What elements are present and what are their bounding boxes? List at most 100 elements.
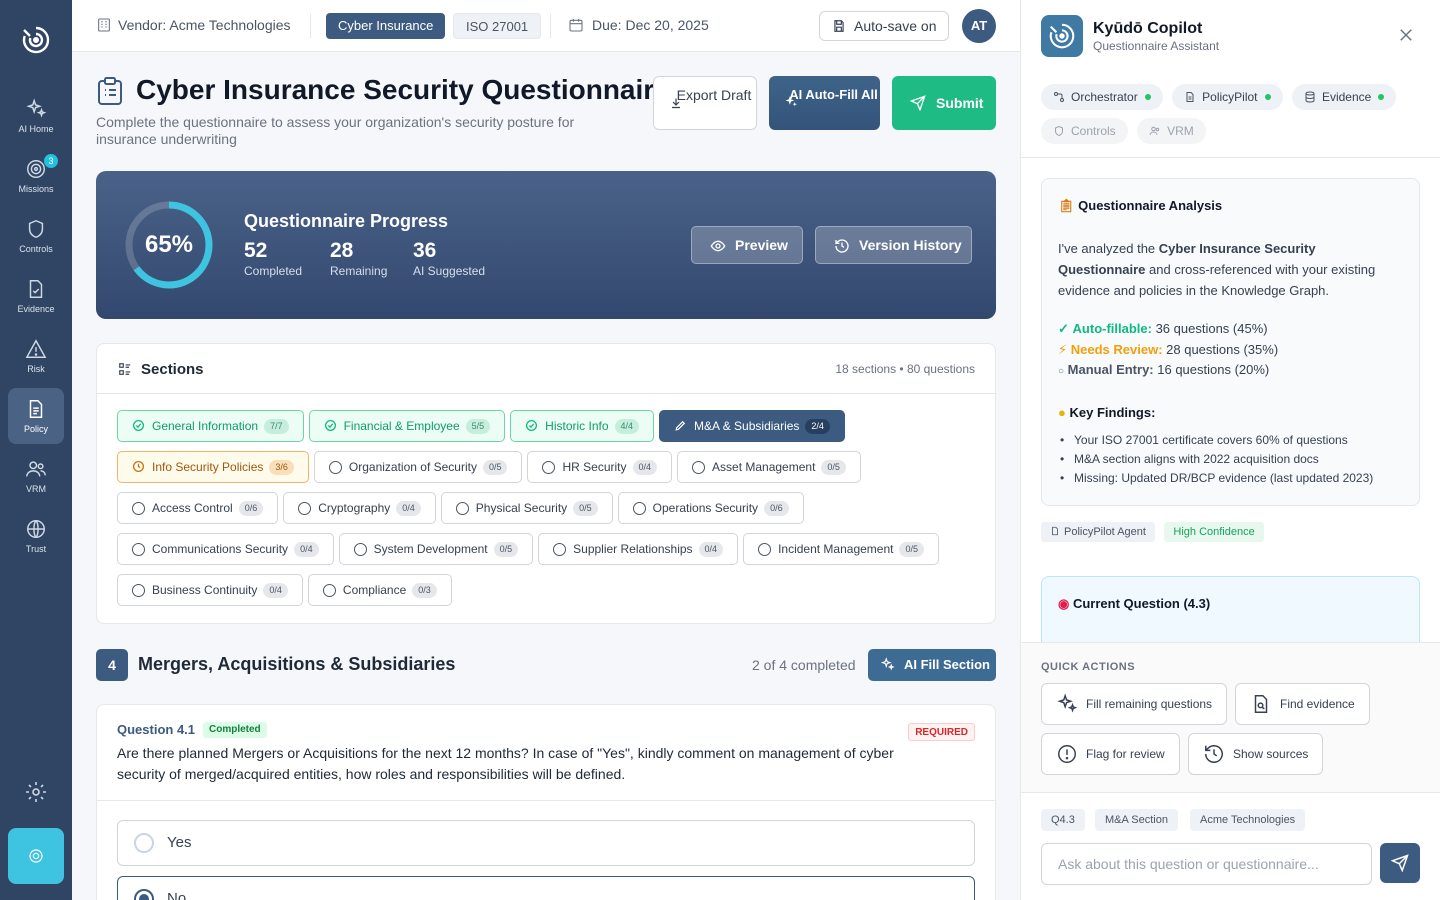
section-chip-count: 0/4 [294,542,319,557]
warning-triangle-icon [25,339,47,358]
divider [97,800,995,801]
quick-action-flag-review[interactable]: Flag for review [1041,733,1180,775]
copilot-launcher-button[interactable] [8,828,64,884]
nav-item-evidence[interactable]: Evidence [8,268,64,324]
section-chip-label: M&A & Subsidiaries [694,419,800,433]
agent-chip-orchestrator[interactable]: Orchestrator [1041,84,1163,110]
analysis-title: 📋︎ Questionnaire Analysis [1058,198,1222,214]
framework-tag-iso[interactable]: ISO 27001 [453,13,542,39]
section-chip[interactable]: Cryptography 0/4 [283,492,436,524]
section-chip[interactable]: Supplier Relationships 0/4 [538,533,739,565]
download-icon [672,98,680,109]
document-icon [29,400,43,418]
nav-item-risk[interactable]: Risk [8,328,64,384]
agent-label: Evidence [1321,90,1372,104]
question-text: Are there planned Mergers or Acquisition… [117,745,894,782]
quick-action-label: Flag for review [1086,747,1165,761]
source-agent-tag[interactable]: PolicyPilot Agent [1041,522,1155,542]
section-chip[interactable]: M&A & Subsidiaries 2/4 [659,410,845,442]
preview-button[interactable]: Preview [691,226,803,264]
section-chip[interactable]: System Development 0/5 [338,533,534,565]
send-button[interactable] [1380,843,1420,883]
section-chip[interactable]: Access Control 0/6 [117,492,279,524]
section-chip-label: Communications Security [152,542,289,556]
agent-chip-vrm[interactable]: VRM [1137,118,1206,144]
section-chip[interactable]: Historic Info 4/4 [510,410,655,442]
due-text: Due: Dec 20, 2025 [592,17,709,33]
section-chip[interactable]: Compliance 0/3 [307,574,452,606]
stat-ai-suggested: 36 AI Suggested [413,239,485,278]
lightbulb-icon: ● [1058,405,1066,420]
current-question-text: Current Question (4.3) [1072,596,1211,611]
nav-item-trust[interactable]: Trust [8,508,64,564]
submit-button[interactable]: Submit [892,76,996,130]
agent-chip-list: Orchestrator PolicyPilot Evidence Contro… [1041,84,1421,152]
agent-chip-policypilot[interactable]: PolicyPilot [1172,84,1283,110]
analysis-message: 📋︎ Questionnaire Analysis I've analyzed … [1041,178,1420,506]
nav-item-vrm[interactable]: VRM [8,448,64,504]
export-draft-button[interactable]: Export Draft [653,76,757,130]
version-history-button[interactable]: Version History [815,226,972,264]
nav-item-missions[interactable]: 3 Missions [8,148,64,204]
section-chip-label: Info Security Policies [152,460,264,474]
section-chip[interactable]: Operations Security 0/6 [617,492,804,524]
section-chip-count: 2/4 [805,419,830,434]
ai-fill-section-label: AI Fill Section [904,657,990,672]
radio-button-selected[interactable] [134,889,154,900]
sparkles-icon [1057,693,1078,713]
quick-action-show-sources[interactable]: Show sources [1188,733,1324,775]
ai-fill-section-button[interactable]: AI Fill Section [868,649,996,681]
section-chip[interactable]: Financial & Employee 5/5 [308,410,506,442]
circle-icon [553,543,567,556]
history-icon [1205,745,1223,763]
quick-action-fill-remaining[interactable]: Fill remaining questions [1041,683,1228,725]
confidence-tag: High Confidence [1164,522,1264,542]
stat-value: 16 questions (20%) [1153,362,1270,377]
nav-item-controls[interactable]: Controls [8,208,64,264]
section-chip[interactable]: Business Continuity 0/4 [117,574,303,606]
settings-gear-icon[interactable] [24,780,48,804]
app-root: AI Home 3 Missions Controls Evidence Ris… [0,0,1440,900]
section-chip[interactable]: HR Security 0/4 [527,451,673,483]
section-chip-label: Business Continuity [152,583,258,597]
context-tag[interactable]: Acme Technologies [1190,809,1306,831]
quick-actions: QUICK ACTIONS Fill remaining questions F… [1021,642,1440,792]
autosave-toggle[interactable]: Auto-save on [819,11,949,41]
clipboard-icon: 📋︎ [1058,198,1075,213]
section-chip[interactable]: Communications Security 0/4 [117,533,334,565]
nav-item-ai-home[interactable]: AI Home [8,88,64,144]
circle-icon [328,461,342,474]
status-dot [1264,94,1271,100]
section-chip[interactable]: Asset Management 0/5 [677,451,861,483]
quick-action-label: Show sources [1233,747,1309,761]
ai-autofill-label: AI Auto-Fill All [789,87,878,102]
answer-option-no[interactable]: No [117,876,975,900]
framework-tag-cyber-insurance[interactable]: Cyber Insurance [326,13,446,39]
radio-button[interactable] [134,833,154,853]
section-chip[interactable]: Organization of Security 0/5 [313,451,523,483]
close-icon[interactable] [1397,26,1415,44]
list-icon [119,363,131,375]
agent-chip-controls[interactable]: Controls [1041,118,1128,144]
user-avatar[interactable]: AT [962,9,996,43]
agent-chip-evidence[interactable]: Evidence [1291,84,1397,110]
app-logo-icon[interactable] [20,24,52,56]
section-chip[interactable]: Info Security Policies 3/6 [117,451,309,483]
chat-input[interactable]: Ask about this question or questionnaire… [1041,843,1372,885]
chat-thread[interactable]: 📋︎ Questionnaire Analysis I've analyzed … [1021,158,1440,642]
pencil-icon [674,419,687,432]
section-chip-count: 0/5 [493,542,519,557]
answer-option-yes[interactable]: Yes [117,820,975,866]
left-nav-rail: AI Home 3 Missions Controls Evidence Ris… [0,0,72,900]
section-chip[interactable]: Physical Security 0/5 [440,492,613,524]
workflow-icon [1054,92,1064,102]
context-tag[interactable]: Q4.3 [1041,809,1085,831]
section-chip-count: 7/7 [264,419,289,434]
ai-autofill-all-button[interactable]: AI Auto-Fill All [769,76,880,130]
nav-item-policy[interactable]: Policy [8,388,64,444]
quick-action-find-evidence[interactable]: Find evidence [1235,683,1370,725]
section-chip[interactable]: General Information 7/7 [117,410,304,442]
file-search-icon [1254,695,1268,713]
section-chip[interactable]: Incident Management 0/5 [743,533,939,565]
context-tag[interactable]: M&A Section [1095,809,1178,831]
